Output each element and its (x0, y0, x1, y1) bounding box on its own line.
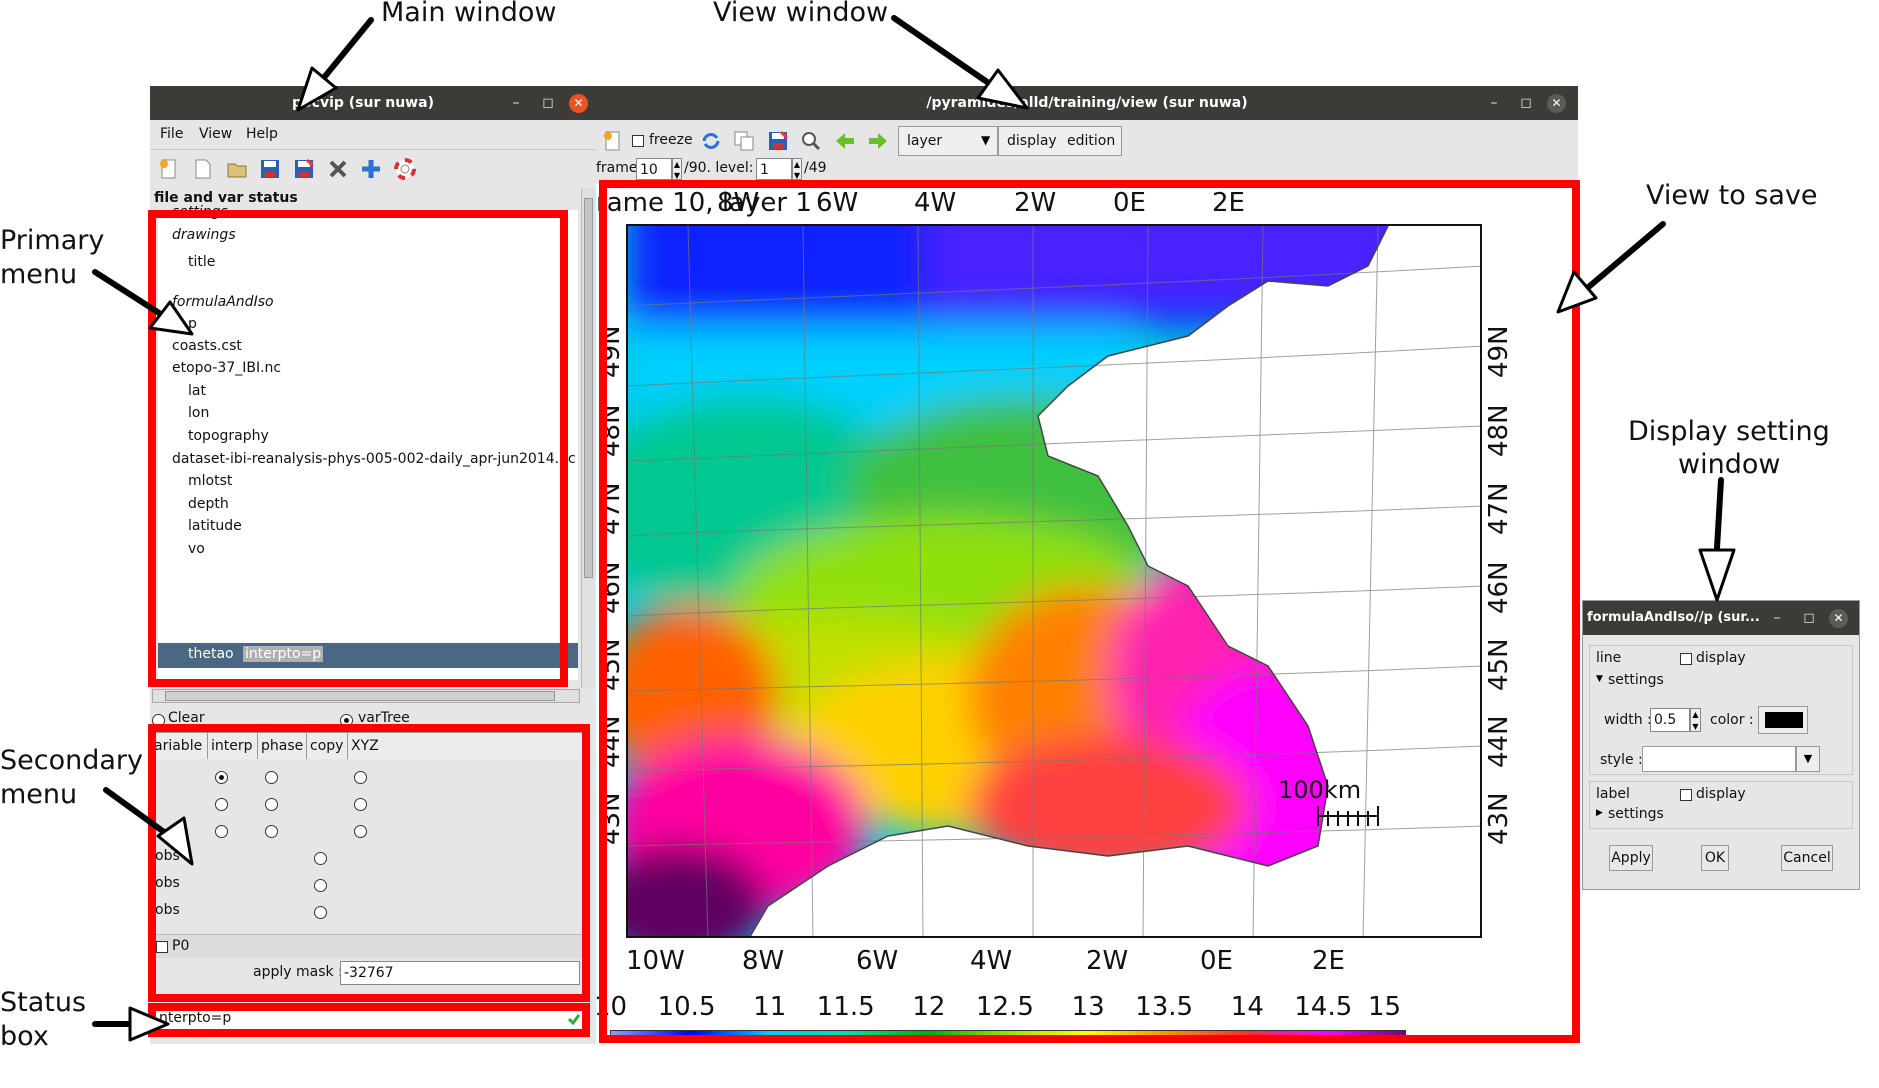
callout-arrows (92, 15, 1736, 1042)
